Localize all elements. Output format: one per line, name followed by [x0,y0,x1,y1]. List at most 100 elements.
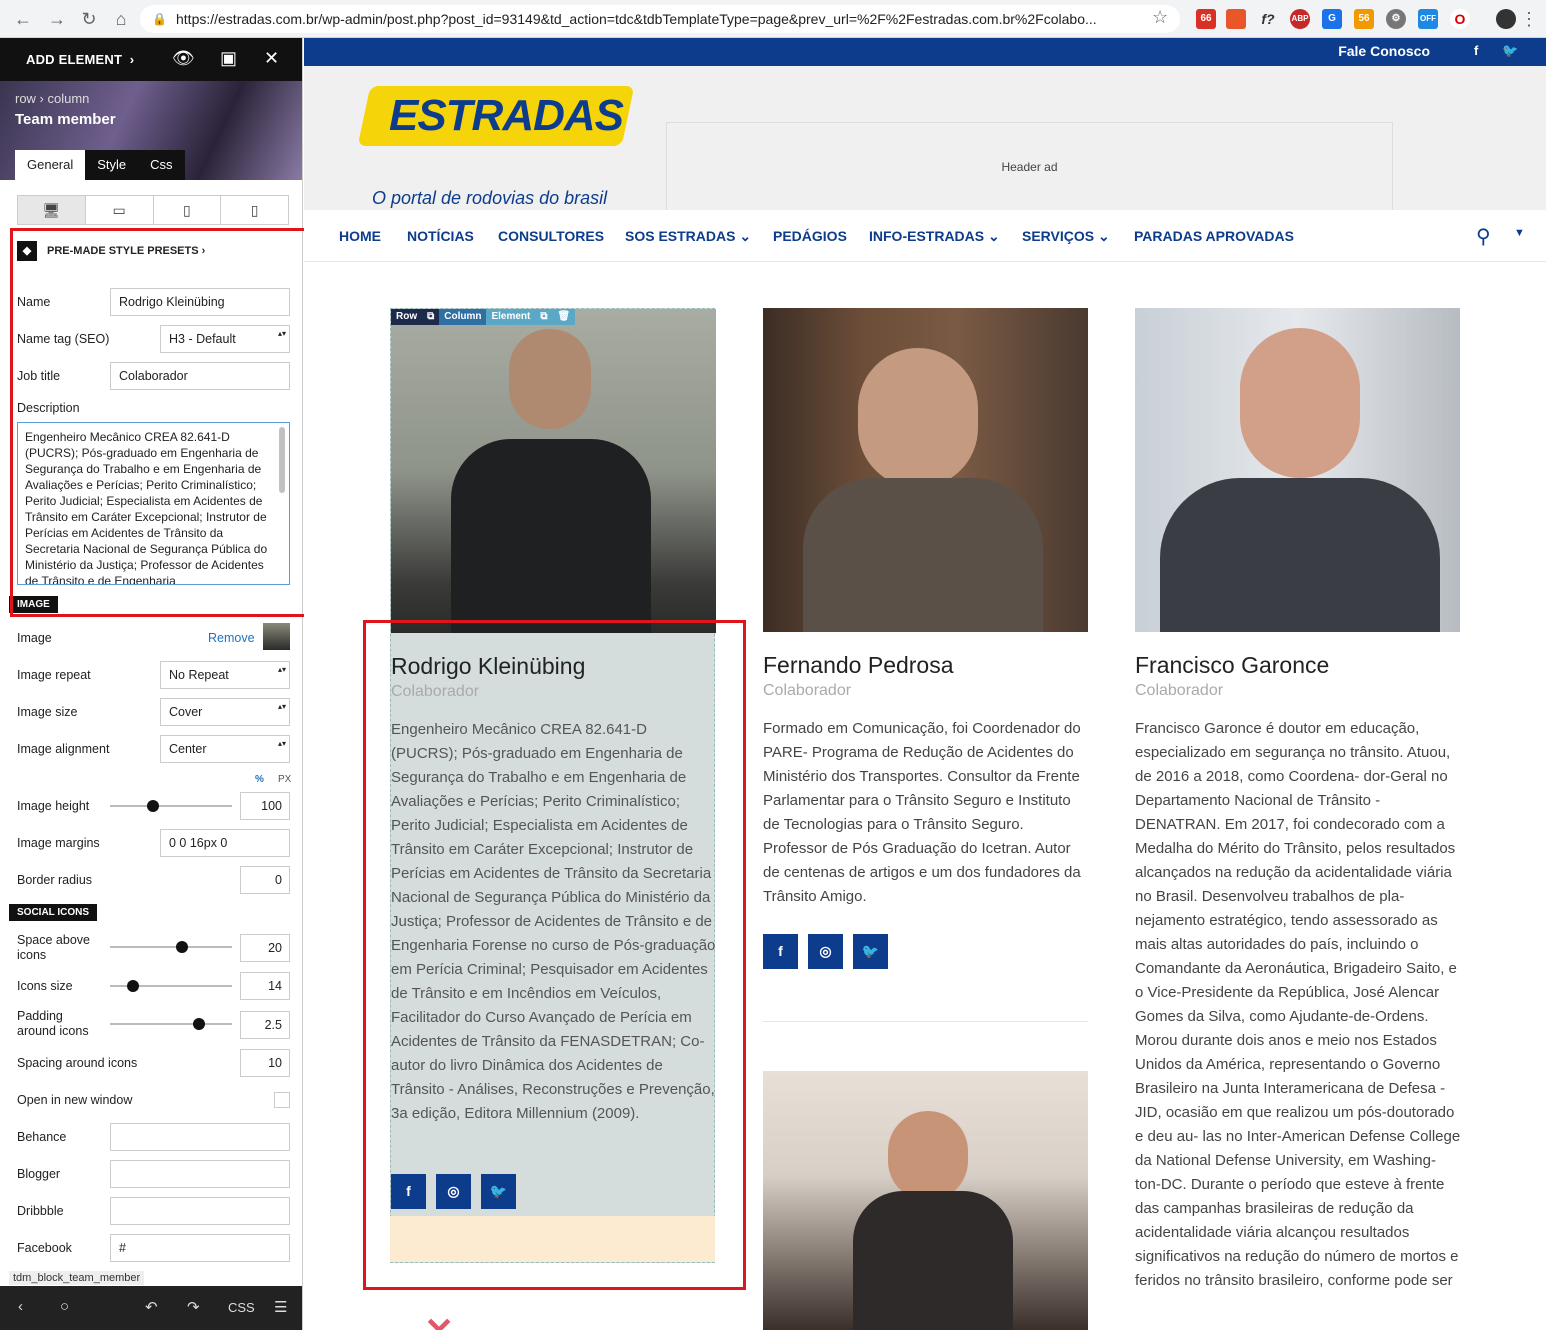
menu-dots-icon[interactable]: ⋮ [1518,8,1540,30]
css-button[interactable]: CSS [228,1300,255,1315]
unit-px-toggle[interactable]: PX [278,774,291,785]
save-icon[interactable]: ▣ [220,48,237,69]
twitter-icon[interactable]: 🐦 [853,934,888,969]
menu-pedagios[interactable]: PEDÁGIOS [773,228,847,244]
gmail-extension-icon[interactable]: 66 [1196,9,1216,29]
behance-input[interactable] [110,1123,290,1151]
tab-general[interactable]: General [15,150,86,180]
chevron-down-icon[interactable]: ▼ [1514,227,1525,239]
address-bar[interactable]: 🔒 https://estradas.com.br/wp-admin/post.p… [140,5,1180,33]
slider-handle[interactable] [147,800,159,812]
contact-link[interactable]: Fale Conosco [1338,43,1430,59]
slider-handle[interactable] [127,980,139,992]
image-height-slider[interactable] [110,800,232,812]
home-icon[interactable]: ⌂ [110,8,132,30]
menu-noticias[interactable]: NOTÍCIAS [407,228,474,244]
settings-extension-icon[interactable]: ⚙ [1386,9,1406,29]
member-description: Formado em Comunicação, foi Coordenador … [763,720,1081,905]
unit-percent-toggle[interactable]: % [255,774,264,785]
facebook-input[interactable]: # [110,1234,290,1262]
new-window-checkbox[interactable] [274,1092,290,1108]
image-height-label: Image height [17,799,90,813]
person-head [858,348,978,488]
dribbble-label: Dribbble [17,1204,64,1218]
back-icon[interactable]: ← [12,8,34,30]
reload-icon[interactable]: ↻ [78,8,100,30]
facebook-icon[interactable]: f [763,934,798,969]
device-switcher: 🖥 ▭ ▯ ▯ [17,195,289,225]
tab-style[interactable]: Style [85,150,139,180]
image-alignment-select[interactable]: Center [160,735,290,763]
member-job: Colaborador [1135,682,1224,699]
social-icons-section-header: SOCIAL ICONS [9,904,98,921]
logo-text[interactable]: ESTRADAS [374,86,638,146]
space-above-input[interactable]: 20 [240,934,290,962]
opera-icon[interactable]: O [1450,9,1470,29]
phone-icon[interactable]: ▯ [221,196,288,224]
row-button[interactable]: Row [391,309,423,325]
blogger-input[interactable] [110,1160,290,1188]
instagram-icon[interactable]: ◎ [808,934,843,969]
menu-sos-estradas[interactable]: SOS ESTRADAS ⌄ [625,228,751,245]
menu-servicos[interactable]: SERVIÇOS ⌄ [1022,228,1110,245]
desktop-icon[interactable]: 🖥 [18,196,86,224]
preview-eye-icon[interactable]: 👁 [172,48,195,69]
menu-info-estradas[interactable]: INFO-ESTRADAS ⌄ [869,228,1000,245]
formula-extension-icon[interactable]: f? [1258,9,1278,29]
space-above-slider[interactable] [110,941,232,953]
spacing-icons-label: Spacing around icons [17,1056,138,1070]
image-remove-link[interactable]: Remove [208,631,255,645]
collapse-panel-icon[interactable]: ‹ [18,1298,23,1315]
spacing-icons-input[interactable]: 10 [240,1049,290,1077]
duplicate-icon[interactable]: ⧉ [422,309,440,325]
tablet-portrait-icon[interactable]: ▯ [154,196,222,224]
list-icon[interactable]: ☰ [274,1298,287,1316]
slider-handle[interactable] [176,941,188,953]
border-radius-label: Border radius [17,873,93,887]
column-button[interactable]: Column [439,309,487,325]
image-alignment-label: Image alignment [17,742,110,756]
menu-paradas-aprovadas[interactable]: PARADAS APROVADAS [1134,228,1294,244]
close-icon[interactable]: ✕ [264,48,279,69]
image-thumbnail[interactable] [263,623,290,650]
tablet-landscape-icon[interactable]: ▭ [86,196,154,224]
undo-icon[interactable]: ↶ [145,1298,158,1316]
circle-icon[interactable]: ○ [60,1298,69,1315]
facebook-icon[interactable]: f [1474,43,1478,58]
bookmark-star-icon[interactable]: ☆ [1152,7,1168,28]
coupon-extension-icon[interactable]: OFF [1418,9,1438,29]
twitter-icon[interactable]: 🐦 [1502,43,1518,59]
copy-icon[interactable]: ⧉ [535,309,553,325]
translate-icon[interactable]: G [1322,9,1342,29]
image-margins-input[interactable]: 0 0 16px 0 [160,829,290,857]
breadcrumb[interactable]: row › column [15,91,89,106]
adblock-icon[interactable]: ABP [1290,9,1310,29]
padding-icons-slider[interactable] [110,1018,232,1030]
slider-handle[interactable] [193,1018,205,1030]
element-button[interactable]: Element [486,309,536,325]
menu-consultores[interactable]: CONSULTORES [498,228,604,244]
image-repeat-select[interactable]: No Repeat [160,661,290,689]
icons-size-input[interactable]: 14 [240,972,290,1000]
trash-icon[interactable]: 🗑 [552,309,576,325]
redo-icon[interactable]: ↷ [187,1298,200,1316]
image-height-input[interactable]: 100 [240,792,290,820]
panel-header: row › column Team member General Style C… [0,81,302,180]
profile-avatar[interactable] [1496,9,1516,29]
image-label: Image [17,631,52,645]
search-icon[interactable]: ⚲ [1476,224,1491,249]
team-member-card: Francisco Garonce Colaborador Francisco … [1135,308,1460,1328]
icons-size-slider[interactable] [110,980,232,992]
border-radius-input[interactable]: 0 [240,866,290,894]
member-photo-next [763,1071,1088,1330]
padding-icons-input[interactable]: 2.5 [240,1011,290,1039]
tab-css[interactable]: Css [138,150,185,180]
dribbble-input[interactable] [110,1197,290,1225]
panel-topbar: ADD ELEMENT › 👁 ▣ ✕ [0,38,302,81]
office-extension-icon[interactable] [1226,9,1246,29]
forward-icon[interactable]: → [46,8,68,30]
add-element-button[interactable]: ADD ELEMENT › [26,52,134,67]
image-size-select[interactable]: Cover [160,698,290,726]
extension-badge-icon[interactable]: 56 [1354,9,1374,29]
menu-home[interactable]: HOME [339,228,381,244]
